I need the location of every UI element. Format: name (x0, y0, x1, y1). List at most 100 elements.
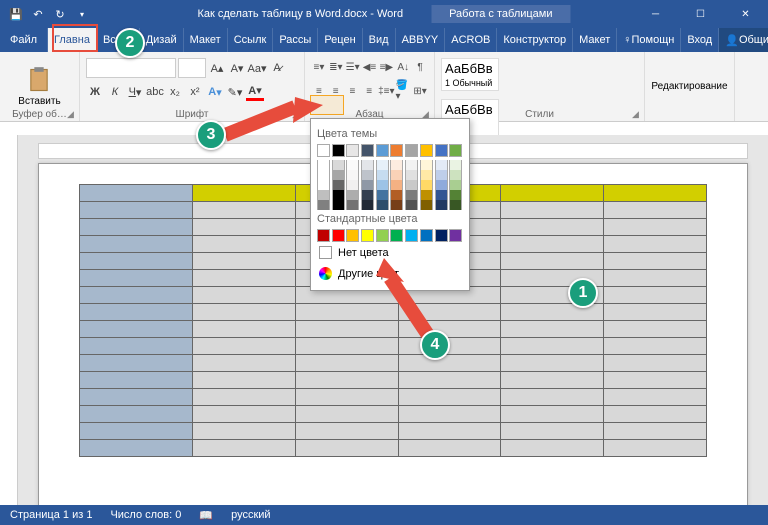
theme-shade-swatch[interactable] (449, 180, 462, 190)
theme-shade-swatch[interactable] (449, 200, 462, 210)
text-effects-icon[interactable]: A▾ (206, 83, 224, 101)
theme-shade-swatch[interactable] (317, 200, 330, 210)
more-colors-item[interactable]: Другие цвет (317, 263, 463, 284)
theme-shade-swatch[interactable] (420, 170, 433, 180)
underline-button[interactable]: Ч▾ (126, 83, 144, 101)
show-marks-icon[interactable]: ¶ (412, 58, 428, 76)
save-icon[interactable]: 💾 (8, 6, 24, 22)
minimize-button[interactable]: ─ (633, 0, 678, 28)
theme-color-swatch[interactable] (346, 144, 359, 157)
theme-shade-swatch[interactable] (361, 200, 374, 210)
theme-shade-swatch[interactable] (435, 180, 448, 190)
standard-color-swatch[interactable] (361, 229, 374, 242)
shrink-font-icon[interactable]: A▾ (228, 59, 246, 77)
theme-shade-swatch[interactable] (346, 170, 359, 180)
theme-shade-swatch[interactable] (449, 190, 462, 200)
tab-table-layout[interactable]: Макет (573, 28, 617, 52)
no-color-item[interactable]: Нет цвета (317, 242, 463, 263)
theme-shade-swatch[interactable] (390, 180, 403, 190)
sort-icon[interactable]: A↓ (395, 58, 411, 76)
theme-shade-swatch[interactable] (405, 170, 418, 180)
theme-shade-swatch[interactable] (449, 160, 462, 170)
theme-shade-swatch[interactable] (405, 160, 418, 170)
theme-shade-swatch[interactable] (361, 160, 374, 170)
tab-abbyy[interactable]: ABBYY (396, 28, 446, 52)
theme-shade-swatch[interactable] (332, 160, 345, 170)
theme-shade-swatch[interactable] (332, 200, 345, 210)
align-right-icon[interactable]: ≡ (345, 82, 361, 100)
tab-table-design[interactable]: Конструктор (497, 28, 573, 52)
font-size-input[interactable] (178, 58, 206, 78)
numbering-icon[interactable]: ≣▾ (328, 58, 344, 76)
theme-shade-swatch[interactable] (361, 180, 374, 190)
clear-format-icon[interactable]: A̷ (268, 59, 286, 77)
theme-shade-swatch[interactable] (317, 190, 330, 200)
strike-button[interactable]: abc (146, 83, 164, 101)
shading-button[interactable]: 🪣▾ (395, 82, 411, 100)
justify-icon[interactable]: ≡ (361, 82, 377, 100)
theme-shade-swatch[interactable] (405, 190, 418, 200)
theme-color-swatch[interactable] (376, 144, 389, 157)
theme-shade-swatch[interactable] (420, 200, 433, 210)
theme-shade-swatch[interactable] (346, 200, 359, 210)
tab-help[interactable]: ♀ Помощн (617, 28, 681, 52)
status-word-count[interactable]: Число слов: 0 (110, 509, 181, 521)
signin-button[interactable]: Вход (681, 28, 719, 52)
theme-shade-swatch[interactable] (317, 160, 330, 170)
status-spell-icon[interactable]: 📖 (199, 509, 213, 522)
theme-color-swatch[interactable] (435, 144, 448, 157)
standard-color-swatch[interactable] (435, 229, 448, 242)
style-normal[interactable]: АаБбВв1 Обычный (441, 58, 499, 91)
editing-button[interactable]: Редактирование (651, 81, 727, 92)
theme-shade-swatch[interactable] (332, 190, 345, 200)
qat-dropdown-icon[interactable]: ▾ (74, 6, 90, 22)
tab-design[interactable]: Дизай (140, 28, 184, 52)
tab-references[interactable]: Ссылк (228, 28, 274, 52)
theme-shade-swatch[interactable] (420, 190, 433, 200)
theme-shade-swatch[interactable] (317, 180, 330, 190)
standard-color-swatch[interactable] (332, 229, 345, 242)
tab-acrobat[interactable]: ACROB (445, 28, 497, 52)
theme-shade-swatch[interactable] (405, 200, 418, 210)
standard-color-swatch[interactable] (449, 229, 462, 242)
font-launcher-icon[interactable]: ◢ (292, 109, 302, 119)
font-color-icon[interactable]: A▾ (246, 83, 264, 101)
theme-shade-swatch[interactable] (346, 180, 359, 190)
undo-icon[interactable]: ↶ (30, 6, 46, 22)
tab-mailings[interactable]: Рассы (273, 28, 318, 52)
styles-launcher-icon[interactable]: ◢ (632, 109, 642, 119)
theme-color-swatch[interactable] (390, 144, 403, 157)
borders-icon[interactable]: ⊞▾ (412, 82, 428, 100)
line-spacing-icon[interactable]: ‡≡▾ (378, 82, 394, 100)
paste-button[interactable]: Вставить (18, 66, 60, 107)
redo-icon[interactable]: ↻ (52, 6, 68, 22)
multilevel-icon[interactable]: ☰▾ (345, 58, 361, 76)
subscript-button[interactable]: x₂ (166, 83, 184, 101)
theme-shade-swatch[interactable] (317, 170, 330, 180)
decrease-indent-icon[interactable]: ◀≡ (362, 58, 378, 76)
standard-color-swatch[interactable] (390, 229, 403, 242)
font-name-input[interactable] (86, 58, 176, 78)
theme-shade-swatch[interactable] (390, 170, 403, 180)
change-case-icon[interactable]: Aa▾ (248, 59, 266, 77)
theme-shade-swatch[interactable] (376, 160, 389, 170)
theme-shade-swatch[interactable] (346, 160, 359, 170)
theme-color-swatch[interactable] (405, 144, 418, 157)
tab-review[interactable]: Рецен (318, 28, 362, 52)
standard-color-swatch[interactable] (346, 229, 359, 242)
share-button[interactable]: 👤 Общий доступ (719, 28, 768, 52)
theme-shade-swatch[interactable] (420, 160, 433, 170)
maximize-button[interactable]: ☐ (678, 0, 723, 28)
standard-color-swatch[interactable] (376, 229, 389, 242)
tab-view[interactable]: Вид (363, 28, 396, 52)
standard-color-swatch[interactable] (405, 229, 418, 242)
theme-color-swatch[interactable] (449, 144, 462, 157)
theme-shade-swatch[interactable] (332, 170, 345, 180)
tab-home[interactable]: Главна (48, 28, 97, 52)
theme-shade-swatch[interactable] (435, 170, 448, 180)
highlight-icon[interactable]: ✎▾ (226, 83, 244, 101)
theme-shade-swatch[interactable] (332, 180, 345, 190)
theme-shade-swatch[interactable] (390, 200, 403, 210)
theme-shade-swatch[interactable] (420, 180, 433, 190)
italic-button[interactable]: К (106, 83, 124, 101)
